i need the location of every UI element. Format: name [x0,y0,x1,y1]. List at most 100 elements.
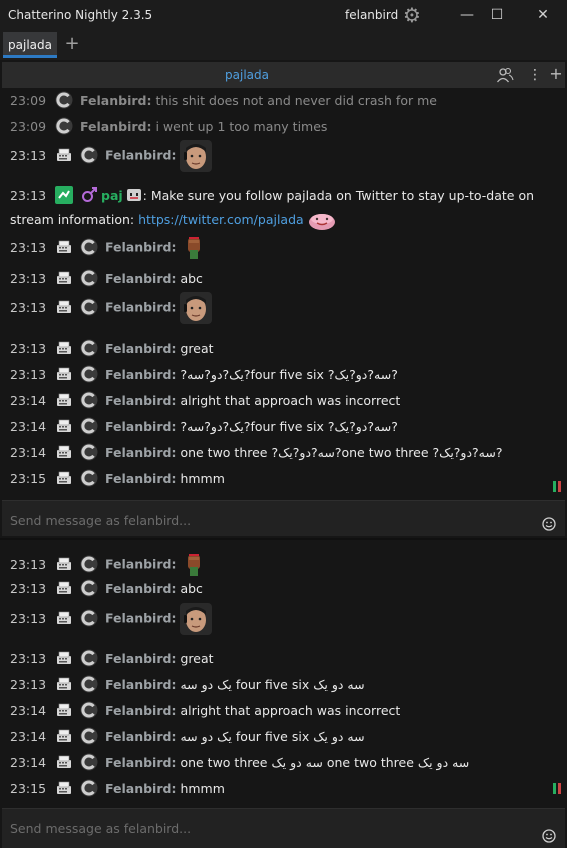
chatterino-badge-icon [80,469,98,487]
timestamp: 23:14 [10,419,47,434]
timestamp: 23:13 [10,188,47,203]
viewer-list-icon[interactable] [496,66,514,84]
timestamp: 23:14 [10,703,47,718]
username[interactable]: Felanbird: [105,367,176,382]
username[interactable]: Felanbird: [80,119,151,134]
chat-message[interactable]: 23:13 Felanbird: [10,292,212,324]
timestamp: 23:14 [10,729,47,744]
chat-message[interactable]: 23:13 Felanbird: ?یک?دو?سه?four five six… [10,365,398,384]
fist-emote[interactable] [180,236,208,260]
username[interactable]: paj [101,188,123,203]
chat-message[interactable]: 23:09 Felanbird: i went up 1 too many ti… [10,117,327,136]
chatterino-badge-icon [80,555,98,573]
chat-message[interactable]: 23:13 Felanbird: abc [10,579,203,598]
add-tab-button[interactable]: + [62,33,82,55]
timestamp: 23:13 [10,271,47,286]
chatterino-badge-icon [80,753,98,771]
typewriter-badge-icon [55,555,73,573]
message-text: one two three ?سه?دو?یک?one two three ?س… [180,445,503,460]
split-channel-title[interactable]: pajlada [2,68,492,82]
blob-emote[interactable] [308,209,336,233]
chat-message[interactable]: 23:13 paj : Make sure you follow pajlada… [10,184,555,233]
typewriter-badge-icon [55,675,73,693]
close-button[interactable]: ✕ [528,4,558,26]
scrollbar-highlight[interactable] [558,783,561,794]
chatterino-badge-icon [80,269,98,287]
add-split-icon[interactable]: + [548,64,564,84]
username[interactable]: Felanbird: [105,471,176,486]
message-text: یک دو سه four five six سه دو یک [180,729,365,744]
message-input[interactable] [8,817,532,839]
split-menu-icon[interactable]: ⋮ [528,65,542,85]
username[interactable]: Felanbird: [105,781,176,796]
emoji-icon[interactable] [542,517,556,531]
current-user[interactable]: felanbird [345,8,398,22]
settings-gear-icon[interactable]: ⚙ [402,5,422,25]
chatterino-badge-icon [55,91,73,109]
username[interactable]: Felanbird: [105,148,176,163]
timestamp: 23:13 [10,651,47,666]
timestamp: 23:13 [10,147,47,163]
scrollbar-highlight[interactable] [553,481,556,492]
timestamp: 23:09 [10,93,47,108]
chat-message[interactable]: 23:13 Felanbird: [10,236,208,260]
chat-message[interactable]: 23:15 Felanbird: hmmm [10,469,225,488]
message-text: one two three سه دو یک one two three سه … [180,755,470,770]
username[interactable]: Felanbird: [105,651,176,666]
username[interactable]: Felanbird: [105,271,176,286]
timestamp: 23:13 [10,239,47,255]
message-text: ?یک?دو?سه?four five six ?سه?دو?یک? [180,367,398,382]
username[interactable]: Felanbird: [105,419,176,434]
face-emote[interactable] [180,140,212,172]
username[interactable]: Felanbird: [105,677,176,692]
chat-message[interactable]: 23:09 Felanbird: this shit does not and … [10,91,437,110]
chat-message[interactable]: 23:14 Felanbird: one two three سه دو یک … [10,753,469,772]
username[interactable]: Felanbird: [105,445,176,460]
scrollbar-highlight[interactable] [558,481,561,492]
username[interactable]: Felanbird: [105,755,176,770]
username[interactable]: Felanbird: [105,240,176,255]
timestamp: 23:13 [10,581,47,596]
chat-message[interactable]: 23:13 Felanbird: [10,603,212,635]
tab-pajlada[interactable]: pajlada [3,32,57,58]
username[interactable]: Felanbird: [105,557,176,572]
chat-message[interactable]: 23:13 Felanbird: great [10,649,214,668]
timestamp: 23:14 [10,393,47,408]
chat-message[interactable]: 23:13 Felanbird: abc [10,269,203,288]
username[interactable]: Felanbird: [105,300,176,315]
face-emote[interactable] [180,292,212,324]
typewriter-badge-icon [55,609,73,627]
message-link[interactable]: https://twitter.com/pajlada [138,212,304,227]
chatterino-badge-icon [80,675,98,693]
chat-message[interactable]: 23:13 Felanbird: یک دو سه four five six … [10,675,365,694]
username[interactable]: Felanbird: [105,393,176,408]
username[interactable]: Felanbird: [105,729,176,744]
chat-message[interactable]: 23:14 Felanbird: ?یک?دو?سه?four five six… [10,417,398,436]
chat-message[interactable]: 23:14 Felanbird: یک دو سه four five six … [10,727,365,746]
username[interactable]: Felanbird: [105,341,176,356]
minimize-button[interactable]: — [452,4,482,26]
chat-message[interactable]: 23:13 Felanbird: [10,140,212,172]
maximize-button[interactable]: ☐ [482,4,512,26]
username[interactable]: Felanbird: [105,611,176,626]
username[interactable]: Felanbird: [80,93,151,108]
face-emote[interactable] [180,603,212,635]
chat-message[interactable]: 23:14 Felanbird: alright that approach w… [10,391,400,410]
chat-message[interactable]: 23:14 Felanbird: alright that approach w… [10,701,400,720]
username[interactable]: Felanbird: [105,581,176,596]
scrollbar-highlight[interactable] [553,783,556,794]
chat-view-bottom[interactable]: 23:13 Felanbird: 23:13 Felanbird: abc 23… [0,540,567,808]
chat-message[interactable]: 23:15 Felanbird: hmmm [10,779,225,798]
chat-view-top[interactable]: 23:09 Felanbird: this shit does not and … [0,88,567,500]
username[interactable]: Felanbird: [105,703,176,718]
message-text: ?یک?دو?سه?four five six ?سه?دو?یک? [180,419,398,434]
message-input[interactable] [8,509,532,531]
chat-message[interactable]: 23:13 Felanbird: great [10,339,214,358]
chat-message[interactable]: 23:13 Felanbird: [10,553,208,577]
typewriter-badge-icon [55,391,73,409]
chat-message[interactable]: 23:14 Felanbird: one two three ?سه?دو?یک… [10,443,502,462]
emoji-icon[interactable] [542,829,556,843]
message-text: i went up 1 too many times [155,119,328,134]
timestamp: 23:15 [10,781,47,796]
fist-emote[interactable] [180,553,208,577]
